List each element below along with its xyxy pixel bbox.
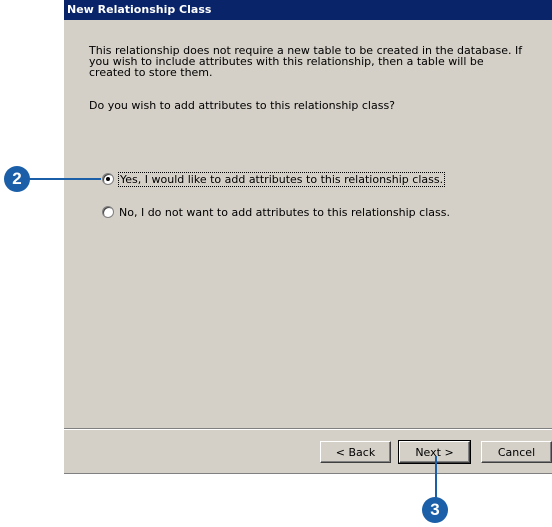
back-button[interactable]: < Back	[320, 441, 391, 463]
callout-step-3: 3	[422, 497, 448, 523]
callout-2-leader-line	[29, 178, 101, 180]
description-text: This relationship does not require a new…	[89, 44, 523, 79]
new-relationship-class-dialog: New Relationship Class This relationship…	[64, 0, 552, 474]
button-separator	[64, 428, 552, 430]
radio-button-icon[interactable]	[102, 173, 114, 185]
radio-add-attributes-yes[interactable]: Yes, I would like to add attributes to t…	[102, 171, 446, 187]
radio-add-attributes-no[interactable]: No, I do not want to add attributes to t…	[102, 204, 450, 220]
callout-step-2: 2	[4, 166, 30, 192]
dialog-title: New Relationship Class	[64, 0, 552, 20]
cancel-button[interactable]: Cancel	[481, 441, 552, 463]
radio-no-label[interactable]: No, I do not want to add attributes to t…	[119, 206, 450, 219]
radio-yes-label[interactable]: Yes, I would like to add attributes to t…	[117, 171, 446, 187]
question-text: Do you wish to add attributes to this re…	[89, 99, 396, 112]
callout-3-leader-line	[435, 456, 437, 498]
radio-button-icon[interactable]	[102, 206, 114, 218]
